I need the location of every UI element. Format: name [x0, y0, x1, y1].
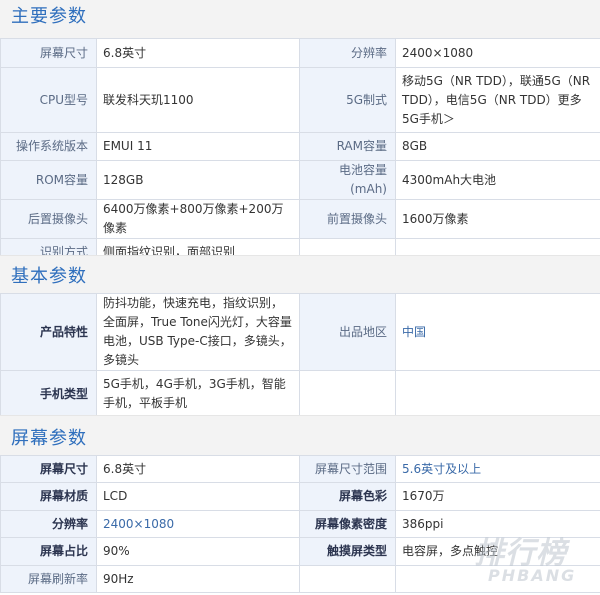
label-resolution: 分辨率 — [299, 38, 396, 68]
value-battery: 4300mAh大电池 — [395, 160, 600, 200]
label-battery: 电池容量(mAh) — [299, 160, 396, 200]
table-row: 屏幕刷新率 90Hz — [0, 565, 600, 593]
label-screen-ratio: 屏幕占比 — [0, 537, 97, 566]
label-origin: 出品地区 — [299, 293, 396, 371]
value-resolution-2[interactable]: 2400×1080 — [96, 510, 300, 538]
value-screen-ratio: 90% — [96, 537, 300, 566]
value-screen-color: 1670万 — [395, 482, 600, 511]
label-os: 操作系统版本 — [0, 132, 97, 161]
value-screen-range[interactable]: 5.6英寸及以上 — [395, 455, 600, 483]
value-cpu: 联发科天玑1100 — [96, 67, 300, 133]
empty-cell — [395, 370, 600, 418]
basic-params-header: 基本参数 — [0, 255, 600, 293]
main-params-table: 屏幕尺寸 6.8英寸 分辨率 2400×1080 CPU型号 联发科天玑1100… — [0, 38, 600, 266]
table-row: CPU型号 联发科天玑1100 5G制式 移动5G（NR TDD），联通5G（N… — [0, 67, 600, 133]
value-phone-type: 5G手机，4G手机，3G手机，智能手机，平板手机 — [96, 370, 300, 418]
empty-cell — [299, 565, 396, 593]
label-screen-size: 屏幕尺寸 — [0, 38, 97, 68]
table-row: ROM容量 128GB 电池容量(mAh) 4300mAh大电池 — [0, 160, 600, 200]
main-params-title: 主要参数 — [11, 6, 87, 27]
value-touch-type: 电容屏，多点触控 — [395, 537, 600, 566]
value-5g[interactable]: 移动5G（NR TDD），联通5G（NR TDD），电信5G（NR TDD）更多… — [395, 67, 600, 133]
empty-cell — [299, 370, 396, 418]
label-ram: RAM容量 — [299, 132, 396, 161]
table-row: 手机类型 5G手机，4G手机，3G手机，智能手机，平板手机 — [0, 370, 600, 418]
label-touch-type: 触摸屏类型 — [299, 537, 396, 566]
table-row: 屏幕材质 LCD 屏幕色彩 1670万 — [0, 482, 600, 511]
screen-params-table: 屏幕尺寸 6.8英寸 屏幕尺寸范围 5.6英寸及以上 屏幕材质 LCD 屏幕色彩… — [0, 455, 600, 593]
basic-params-title: 基本参数 — [11, 266, 87, 287]
label-front-camera: 前置摄像头 — [299, 199, 396, 239]
screen-params-header: 屏幕参数 — [0, 415, 600, 455]
label-features: 产品特性 — [0, 293, 97, 371]
label-resolution-2: 分辨率 — [0, 510, 97, 538]
label-phone-type: 手机类型 — [0, 370, 97, 418]
value-pixel-density: 386ppi — [395, 510, 600, 538]
value-screen-material: LCD — [96, 482, 300, 511]
label-rear-camera: 后置摄像头 — [0, 199, 97, 239]
basic-params-table: 产品特性 防抖功能，快速充电，指纹识别，全面屏，True Tone闪光灯，大容量… — [0, 293, 600, 418]
value-screen-size: 6.8英寸 — [96, 38, 300, 68]
value-ram: 8GB — [395, 132, 600, 161]
value-screen-size-2: 6.8英寸 — [96, 455, 300, 483]
value-features: 防抖功能，快速充电，指纹识别，全面屏，True Tone闪光灯，大容量电池，US… — [96, 293, 300, 371]
screen-params-title: 屏幕参数 — [11, 428, 87, 449]
table-row: 屏幕尺寸 6.8英寸 分辨率 2400×1080 — [0, 38, 600, 68]
label-screen-material: 屏幕材质 — [0, 482, 97, 511]
empty-cell — [395, 565, 600, 593]
table-row: 后置摄像头 6400万像素+800万像素+200万像素 前置摄像头 1600万像… — [0, 199, 600, 239]
value-os: EMUI 11 — [96, 132, 300, 161]
label-screen-size-2: 屏幕尺寸 — [0, 455, 97, 483]
value-refresh-rate: 90Hz — [96, 565, 300, 593]
label-screen-range: 屏幕尺寸范围 — [299, 455, 396, 483]
value-front-camera: 1600万像素 — [395, 199, 600, 239]
value-resolution: 2400×1080 — [395, 38, 600, 68]
main-params-header: 主要参数 — [0, 0, 600, 38]
table-row: 分辨率 2400×1080 屏幕像素密度 386ppi — [0, 510, 600, 538]
label-screen-color: 屏幕色彩 — [299, 482, 396, 511]
label-cpu: CPU型号 — [0, 67, 97, 133]
table-row: 产品特性 防抖功能，快速充电，指纹识别，全面屏，True Tone闪光灯，大容量… — [0, 293, 600, 371]
label-pixel-density: 屏幕像素密度 — [299, 510, 396, 538]
table-row: 屏幕占比 90% 触摸屏类型 电容屏，多点触控 — [0, 537, 600, 566]
value-rom: 128GB — [96, 160, 300, 200]
label-refresh-rate: 屏幕刷新率 — [0, 565, 97, 593]
value-origin[interactable]: 中国 — [395, 293, 600, 371]
value-rear-camera: 6400万像素+800万像素+200万像素 — [96, 199, 300, 239]
table-row: 操作系统版本 EMUI 11 RAM容量 8GB — [0, 132, 600, 161]
label-rom: ROM容量 — [0, 160, 97, 200]
table-row: 屏幕尺寸 6.8英寸 屏幕尺寸范围 5.6英寸及以上 — [0, 455, 600, 483]
label-5g: 5G制式 — [299, 67, 396, 133]
